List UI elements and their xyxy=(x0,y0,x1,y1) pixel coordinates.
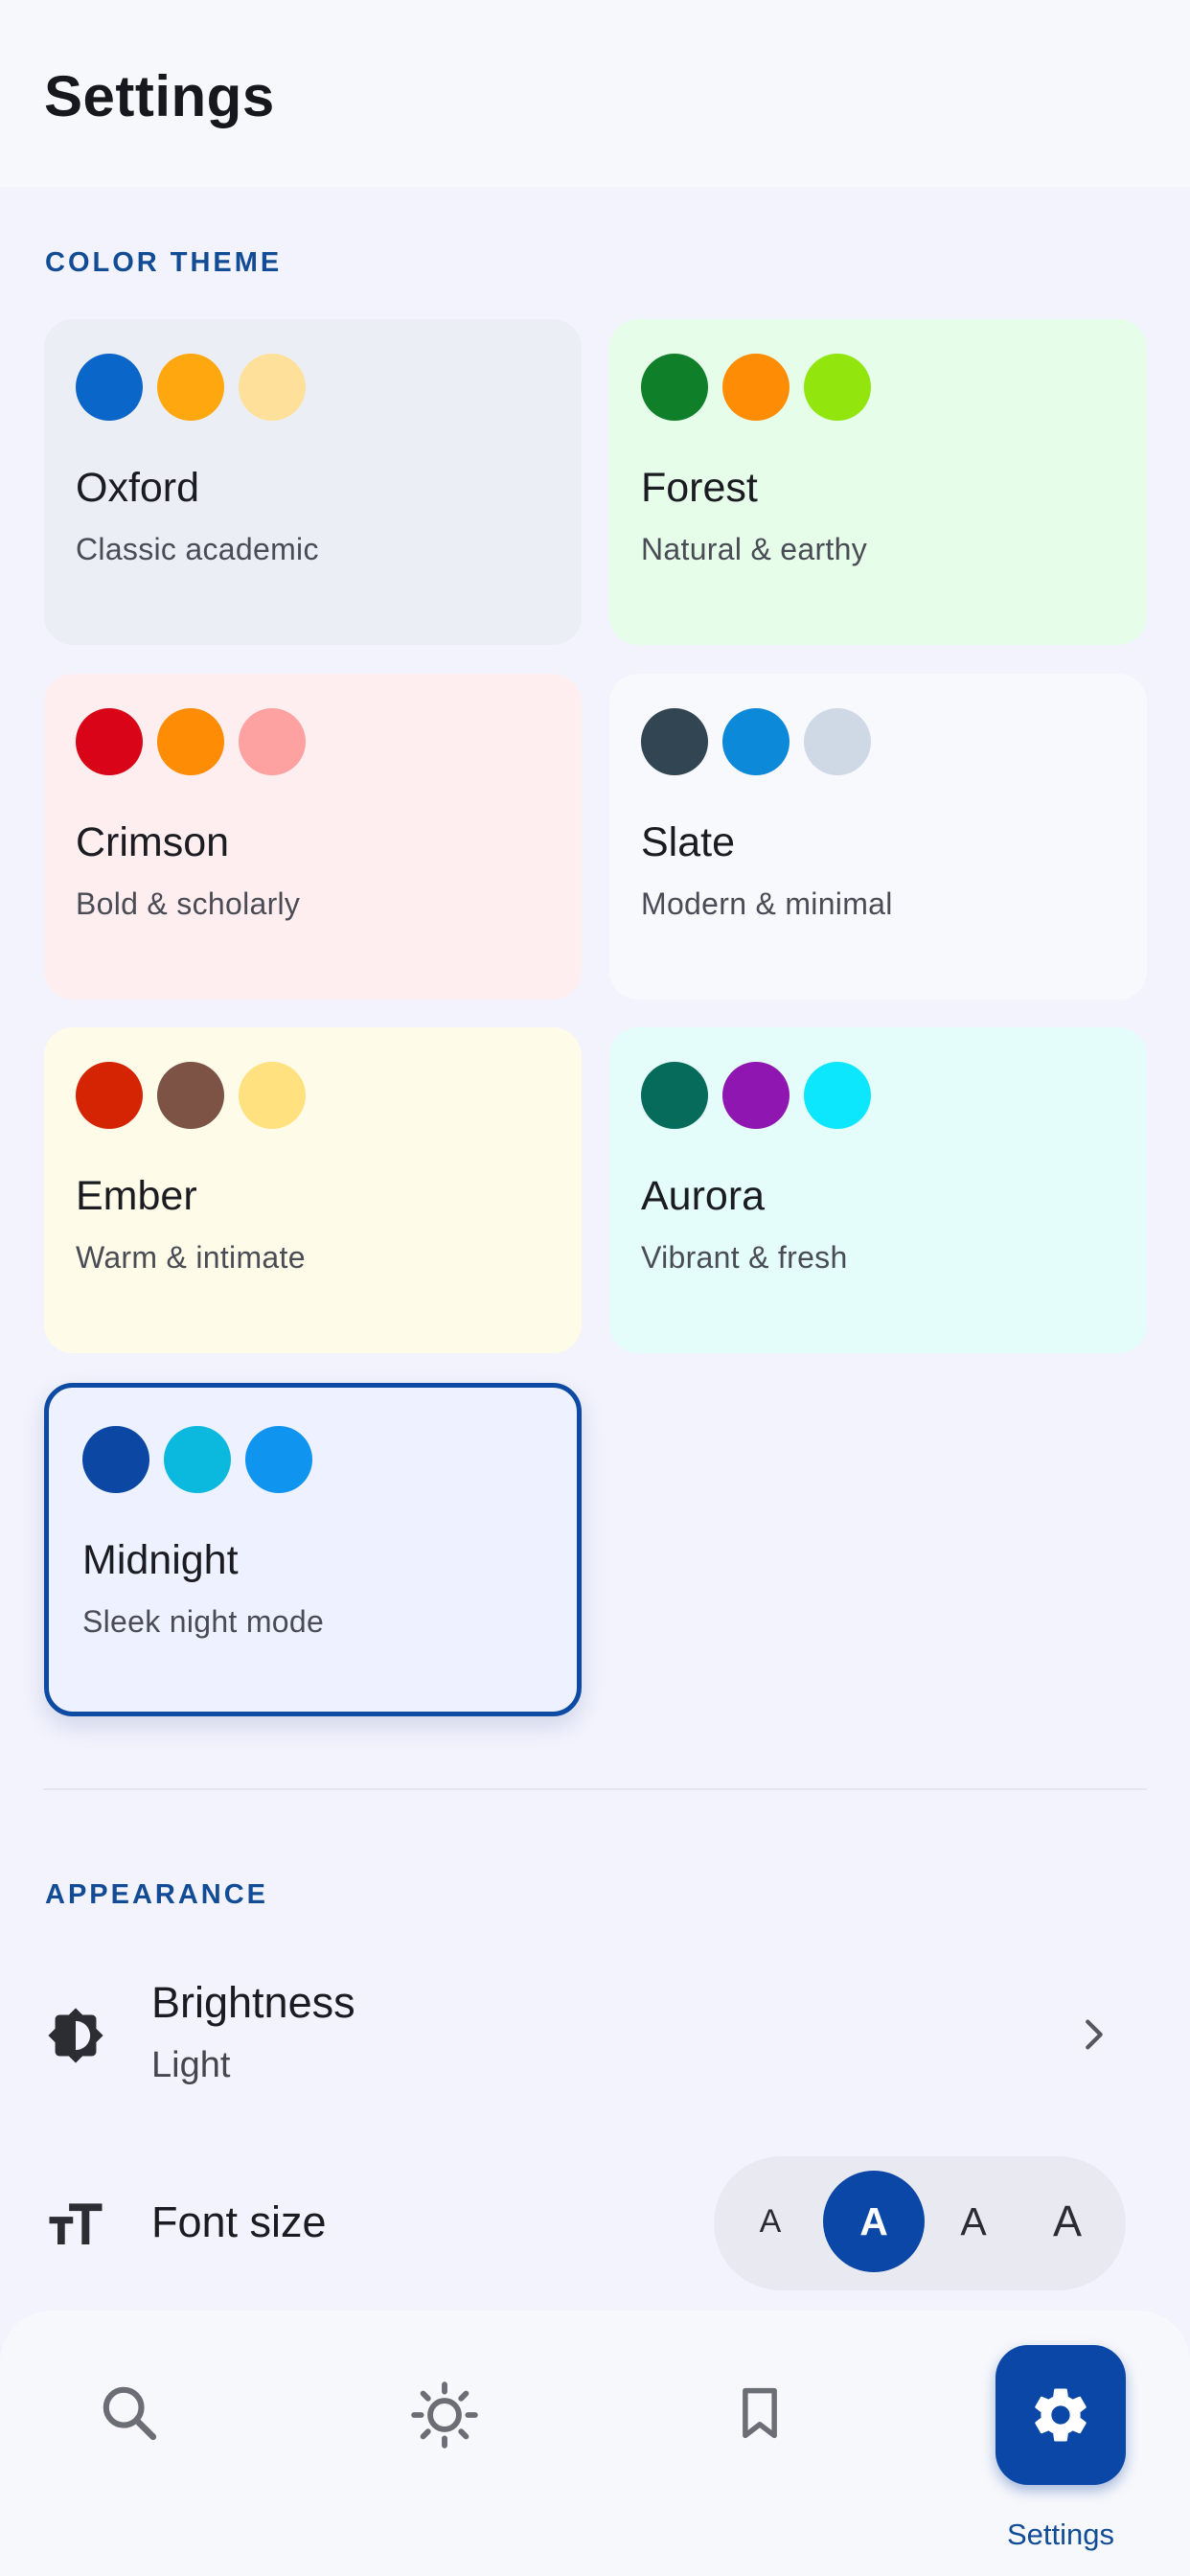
color-swatch xyxy=(245,1426,312,1493)
theme-description: Warm & intimate xyxy=(76,1240,306,1275)
font-size-option-medium[interactable]: A xyxy=(823,2171,925,2272)
theme-description: Sleek night mode xyxy=(82,1604,325,1639)
color-swatch xyxy=(641,1062,708,1129)
theme-description: Natural & earthy xyxy=(641,532,868,566)
theme-swatches xyxy=(641,1062,871,1129)
text-size-icon xyxy=(49,2203,103,2244)
settings-screen: Settings COLOR THEME Oxford Classic acade… xyxy=(0,0,1190,2576)
bookmark-icon[interactable] xyxy=(728,2381,791,2445)
sun-icon[interactable] xyxy=(407,2378,482,2452)
page-title: Settings xyxy=(44,64,275,128)
color-swatch xyxy=(641,354,708,421)
color-swatch xyxy=(722,1062,790,1129)
theme-name: Crimson xyxy=(76,819,230,865)
theme-description: Vibrant & fresh xyxy=(641,1240,848,1275)
color-swatch xyxy=(157,1062,224,1129)
font-size-option-extra-large[interactable]: A xyxy=(1017,2171,1118,2272)
font-size-row: Font size A A A A xyxy=(0,2156,1190,2290)
brightness-title: Brightness xyxy=(151,1978,355,2027)
section-divider xyxy=(43,1788,1147,1790)
theme-swatches xyxy=(641,354,871,421)
color-swatch xyxy=(164,1426,231,1493)
color-swatch xyxy=(722,354,790,421)
theme-name: Aurora xyxy=(641,1173,766,1219)
color-swatch xyxy=(641,708,708,775)
color-swatch xyxy=(239,354,306,421)
theme-card-oxford[interactable]: Oxford Classic academic xyxy=(44,319,582,645)
theme-card-forest[interactable]: Forest Natural & earthy xyxy=(609,319,1147,645)
theme-swatches xyxy=(76,708,306,775)
font-size-option-small[interactable]: A xyxy=(720,2171,821,2272)
theme-description: Bold & scholarly xyxy=(76,886,301,921)
theme-card-ember[interactable]: Ember Warm & intimate xyxy=(44,1027,582,1353)
color-swatch xyxy=(157,708,224,775)
color-swatch xyxy=(804,708,871,775)
bottom-navigation: Settings xyxy=(0,2311,1190,2576)
appearance-section-label: APPEARANCE xyxy=(45,1879,269,1910)
theme-card-aurora[interactable]: Aurora Vibrant & fresh xyxy=(609,1027,1147,1353)
theme-name: Midnight xyxy=(82,1537,239,1583)
brightness-row[interactable]: Brightness Light xyxy=(0,1965,1190,2108)
theme-name: Forest xyxy=(641,465,758,511)
font-size-title: Font size xyxy=(151,2197,327,2246)
theme-description: Modern & minimal xyxy=(641,886,893,921)
contrast-icon xyxy=(48,2008,103,2063)
theme-swatches xyxy=(82,1426,312,1493)
color-swatch xyxy=(804,354,871,421)
color-swatch xyxy=(76,1062,143,1129)
color-swatch xyxy=(722,708,790,775)
theme-name: Ember xyxy=(76,1173,197,1219)
color-swatch xyxy=(82,1426,149,1493)
theme-name: Oxford xyxy=(76,465,200,511)
settings-nav-label[interactable]: Settings xyxy=(958,2518,1163,2552)
color-swatch xyxy=(76,354,143,421)
theme-name: Slate xyxy=(641,819,736,865)
color-swatch xyxy=(239,708,306,775)
theme-swatches xyxy=(76,1062,306,1129)
gear-icon xyxy=(1035,2388,1087,2442)
color-swatch xyxy=(239,1062,306,1129)
app-header: Settings xyxy=(0,0,1190,187)
theme-description: Classic academic xyxy=(76,532,319,566)
theme-card-midnight[interactable]: Midnight Sleek night mode xyxy=(44,1383,582,1716)
color-theme-section-label: COLOR THEME xyxy=(45,247,283,278)
theme-card-slate[interactable]: Slate Modern & minimal xyxy=(609,674,1147,1000)
theme-swatches xyxy=(641,708,871,775)
font-size-selector: A A A A xyxy=(714,2156,1126,2290)
settings-nav-button[interactable] xyxy=(995,2345,1126,2485)
font-size-option-large[interactable]: A xyxy=(923,2171,1024,2272)
chevron-right-icon xyxy=(1086,2019,1103,2050)
search-icon[interactable] xyxy=(96,2380,163,2447)
color-swatch xyxy=(157,354,224,421)
color-swatch xyxy=(76,708,143,775)
color-swatch xyxy=(804,1062,871,1129)
theme-swatches xyxy=(76,354,306,421)
brightness-value: Light xyxy=(151,2045,231,2085)
theme-card-crimson[interactable]: Crimson Bold & scholarly xyxy=(44,674,582,1000)
